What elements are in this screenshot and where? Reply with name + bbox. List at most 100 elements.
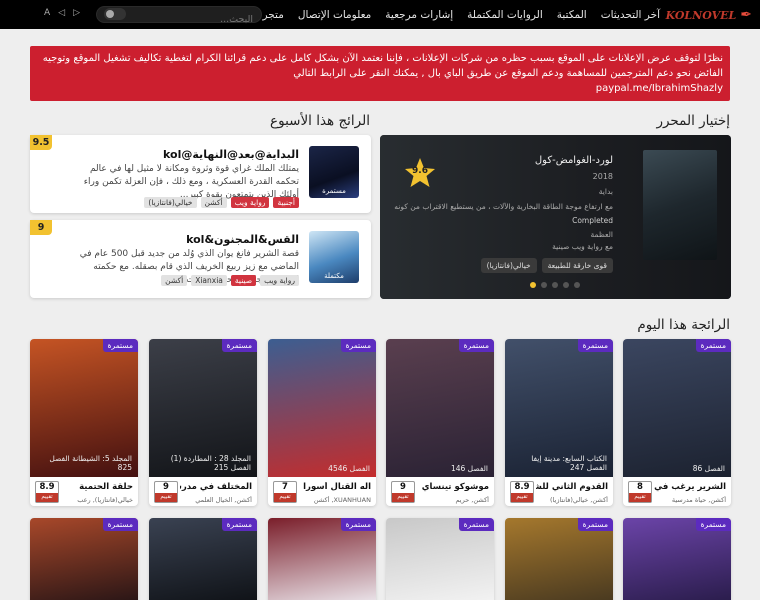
novel-status: مستمرة (322, 187, 346, 195)
weekly-item[interactable]: مستمرة البداية@بعد@النهاية@kol يمتلك الم… (30, 135, 371, 213)
score-badge: 8.9 تقييم (35, 481, 59, 503)
editor-line: مع رواية ويب صينية (552, 242, 613, 251)
novel-card[interactable]: مستمرة (30, 518, 138, 600)
language-icon[interactable]: A (44, 8, 50, 18)
score-badge: 9 تقييم (391, 481, 415, 503)
tag[interactable]: قوى خارقة للطبيعة (541, 258, 613, 273)
nav-completed[interactable]: الروايات المكتملة (467, 9, 543, 21)
novel-chapter[interactable]: المجلد 5: الشيطانة الفصل 825 (49, 454, 132, 472)
tag[interactable]: خيالي(فانتازيا) (144, 197, 197, 208)
editor-choice-slider[interactable]: لورد-الغوامض-كول 2018 بداية مع ارتفاع مو… (380, 135, 731, 299)
novel-card[interactable]: مستمرة (505, 518, 613, 600)
novel-chapter[interactable]: الفصل 146 (451, 464, 488, 473)
top-navbar: ✒ KOLNOVEL آخر التحديثات المكتبة الروايا… (0, 0, 760, 29)
prev-icon[interactable]: ◁ (58, 8, 65, 18)
novel-status: مستمرة (221, 518, 257, 531)
slider-dot[interactable] (530, 282, 536, 288)
novel-title[interactable]: حلقة الحتمية (61, 482, 133, 492)
novel-status: مكتملة (324, 272, 344, 280)
novel-card[interactable]: مستمرة (149, 518, 257, 600)
novel-genre: خيالي(فانتازيا), رعب (77, 496, 133, 504)
tag[interactable]: رواية ويب (260, 275, 299, 286)
slider-dot[interactable] (563, 282, 569, 288)
score-badge: 7 تقييم (273, 481, 297, 503)
novel-card[interactable]: مستمرة (623, 518, 731, 600)
nav-contact[interactable]: معلومات الإتصال (298, 9, 371, 21)
novel-status: مستمرة (577, 518, 613, 531)
slider-dot[interactable] (552, 282, 558, 288)
editor-score: 9.6 (412, 166, 428, 176)
novel-card[interactable]: مستمرة الفصل 146 موشوكو تينساي أكشن, حريم 9 ت… (386, 339, 494, 506)
score-badge: 8.9 تقييم (510, 481, 534, 503)
novel-tags: رواية ويب صينية Xianxia أكشن (161, 275, 299, 286)
novel-status: مستمرة (102, 518, 138, 531)
novel-status: مستمرة (695, 339, 731, 352)
editor-line: مع ارتفاع موجة الطاقة البخارية والآلات ،… (394, 202, 613, 211)
tag[interactable]: رواية ويب (230, 197, 270, 208)
novel-status: مستمرة (221, 339, 257, 352)
novel-card[interactable]: مستمرة الفصل 86 الشرير يرغب في ال... أكشن, … (623, 339, 731, 506)
novel-title[interactable]: المختلف في مدرسة... (180, 482, 252, 492)
tag[interactable]: أكشن (161, 275, 188, 286)
editor-status: Completed (572, 216, 613, 225)
novel-card[interactable]: مستمرة (386, 518, 494, 600)
novel-tags: أجنبية رواية ويب أكشن خيالي(فانتازيا) (144, 197, 299, 208)
novel-cover[interactable]: مكتملة (309, 231, 359, 283)
tag[interactable]: خيالي(فانتازيا) (480, 258, 537, 273)
novel-card[interactable]: مستمرة المجلد 28 : المطاردة (1) الفصل 215 ا… (149, 339, 257, 506)
novel-title[interactable]: الشرير يرغب في ال... (654, 482, 726, 492)
nav-library[interactable]: المكتبة (557, 9, 587, 21)
novel-cover[interactable] (268, 339, 376, 477)
editor-cover[interactable] (643, 150, 717, 260)
score-badge: 8 تقييم (628, 481, 652, 503)
weekly-item[interactable]: مكتملة القس&المجنون&kol قصة الشرير فانغ … (30, 220, 371, 298)
editor-line: العظمة (590, 230, 614, 239)
novel-card[interactable]: مستمرة المجلد 5: الشيطانة الفصل 825 حلقة ال… (30, 339, 138, 506)
novel-chapter[interactable]: الفصل 4546 (328, 464, 370, 473)
editor-title: إختيار المحرر (656, 113, 730, 129)
today-title: الرائجة هذا اليوم (637, 317, 730, 333)
novel-chapter[interactable]: الكتاب السابع: مدينة إيفا الفصل 247 (531, 454, 607, 472)
notice-text: نظرًا لتوقف عرض الإعلانات على الموقع بسب… (42, 53, 723, 79)
novel-status: مستمرة (458, 518, 494, 531)
nav-bookmarks[interactable]: إشارات مرجعية (385, 9, 453, 21)
novel-cover[interactable]: مستمرة (309, 146, 359, 198)
novel-title[interactable]: اله القتال أسورا (299, 482, 371, 492)
novel-genre: XUANHUAN, أكشن (313, 496, 371, 504)
novel-status: مستمرة (102, 339, 138, 352)
score-badge: 9 (30, 220, 52, 235)
novel-genre: أكشن, خيالي(فانتازيا) (550, 496, 608, 504)
novel-title[interactable]: القس&المجنون&kol (186, 233, 299, 246)
site-logo[interactable]: ✒ KOLNOVEL (662, 4, 752, 26)
novel-title[interactable]: موشوكو تينساي (417, 482, 489, 492)
tag[interactable]: أكشن (200, 197, 227, 208)
novel-cover[interactable] (386, 339, 494, 477)
tag[interactable]: صينية (230, 275, 257, 286)
editor-novel-title[interactable]: لورد-الغوامض-كول (535, 155, 613, 166)
weekly-title: الرائج هذا الأسبوع (270, 113, 370, 129)
novel-genre: أكشن, حياة مدرسية (671, 496, 726, 504)
novel-chapter[interactable]: المجلد 28 : المطاردة (1) الفصل 215 (171, 454, 251, 472)
novel-card[interactable]: مستمرة الكتاب السابع: مدينة إيفا الفصل 247… (505, 339, 613, 506)
novel-cover[interactable] (623, 339, 731, 477)
novel-card[interactable]: مستمرة (268, 518, 376, 600)
donation-notice: نظرًا لتوقف عرض الإعلانات على الموقع بسب… (30, 46, 730, 101)
nav-latest-updates[interactable]: آخر التحديثات (601, 9, 660, 21)
novel-title[interactable]: القدوم الثاني للشره (536, 482, 608, 492)
top-icons[interactable]: A ◁ ▷ (44, 8, 80, 18)
theme-toggle[interactable] (104, 8, 126, 20)
editor-line: بداية (598, 187, 613, 196)
logo-text: KOLNOVEL (665, 8, 737, 22)
paypal-link[interactable]: paypal.me/IbrahimShazly (37, 81, 723, 96)
tag[interactable]: Xianxia (191, 275, 227, 286)
next-icon[interactable]: ▷ (73, 8, 80, 18)
slider-dot[interactable] (541, 282, 547, 288)
novel-title[interactable]: البداية@بعد@النهاية@kol (163, 148, 299, 161)
editor-tags: قوى خارقة للطبيعة خيالي(فانتازيا) (480, 258, 613, 273)
novel-genre: أكشن, حريم (455, 496, 489, 504)
novel-chapter[interactable]: الفصل 86 (693, 464, 725, 473)
slider-dots (530, 282, 580, 288)
tag[interactable]: أجنبية (273, 197, 299, 208)
novel-card[interactable]: مستمرة الفصل 4546 اله القتال أسورا XUANHUAN… (268, 339, 376, 506)
slider-dot[interactable] (574, 282, 580, 288)
